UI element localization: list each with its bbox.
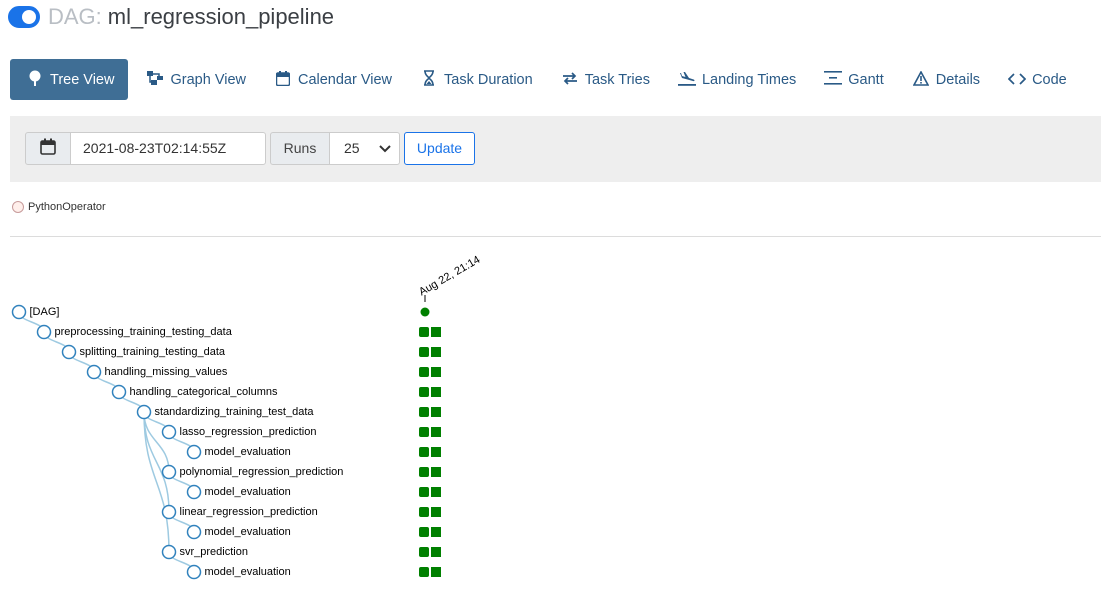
- tree-node-toggle[interactable]: [61, 344, 77, 360]
- task-label[interactable]: model_evaluation: [205, 525, 291, 539]
- task-instance-square[interactable]: [431, 327, 441, 337]
- task-instance-square[interactable]: [419, 387, 429, 397]
- tree-node-toggle[interactable]: [111, 384, 127, 400]
- task-instance-square[interactable]: [419, 327, 429, 337]
- task-label[interactable]: model_evaluation: [205, 445, 291, 459]
- task-instance-square[interactable]: [431, 507, 441, 517]
- task-label[interactable]: lasso_regression_prediction: [180, 425, 317, 439]
- task-instance-square[interactable]: [419, 507, 429, 517]
- task-instance-square[interactable]: [431, 527, 441, 537]
- tree-node-toggle[interactable]: [186, 444, 202, 460]
- task-label[interactable]: svr_prediction: [180, 545, 248, 559]
- task-instance-square[interactable]: [431, 347, 441, 357]
- task-label[interactable]: preprocessing_training_testing_data: [55, 325, 232, 339]
- task-label[interactable]: handling_missing_values: [105, 365, 228, 379]
- task-instance-square[interactable]: [419, 547, 429, 557]
- task-label[interactable]: linear_regression_prediction: [180, 505, 318, 519]
- task-instance-square[interactable]: [419, 467, 429, 477]
- task-instance-square[interactable]: [419, 447, 429, 457]
- dag-node-label[interactable]: [DAG]: [30, 305, 60, 319]
- task-instance-square[interactable]: [419, 527, 429, 537]
- task-label[interactable]: polynomial_regression_prediction: [180, 465, 344, 479]
- task-instance-square[interactable]: [419, 347, 429, 357]
- task-instance-square[interactable]: [431, 487, 441, 497]
- task-label[interactable]: handling_categorical_columns: [130, 385, 278, 399]
- task-label[interactable]: model_evaluation: [205, 485, 291, 499]
- tree-node-toggle[interactable]: [86, 364, 102, 380]
- task-instance-square[interactable]: [419, 367, 429, 377]
- task-instance-square[interactable]: [431, 547, 441, 557]
- task-label[interactable]: model_evaluation: [205, 565, 291, 579]
- tree-node-toggle[interactable]: [161, 504, 177, 520]
- task-instance-square[interactable]: [431, 567, 441, 577]
- tree-node-toggle[interactable]: [186, 484, 202, 500]
- tree-node-toggle[interactable]: [11, 304, 27, 320]
- tree-node-toggle[interactable]: [161, 544, 177, 560]
- task-instance-square[interactable]: [419, 487, 429, 497]
- task-label[interactable]: standardizing_training_test_data: [155, 405, 314, 419]
- task-instance-square[interactable]: [419, 567, 429, 577]
- tree-node-toggle[interactable]: [136, 404, 152, 420]
- task-instance-square[interactable]: [431, 407, 441, 417]
- task-instance-square[interactable]: [431, 467, 441, 477]
- task-instance-square[interactable]: [431, 447, 441, 457]
- tree-node-toggle[interactable]: [186, 564, 202, 580]
- task-instance-square[interactable]: [431, 427, 441, 437]
- task-instance-square[interactable]: [431, 387, 441, 397]
- task-label[interactable]: splitting_training_testing_data: [80, 345, 226, 359]
- dag-run-status[interactable]: [420, 307, 430, 317]
- tree-node-toggle[interactable]: [186, 524, 202, 540]
- task-instance-square[interactable]: [431, 367, 441, 377]
- tree-node-toggle[interactable]: [161, 424, 177, 440]
- task-instance-square[interactable]: [419, 427, 429, 437]
- tree-view-canvas: [11, 295, 441, 580]
- tree-node-toggle[interactable]: [161, 464, 177, 480]
- task-instance-square[interactable]: [419, 407, 429, 417]
- tree-node-toggle[interactable]: [36, 324, 52, 340]
